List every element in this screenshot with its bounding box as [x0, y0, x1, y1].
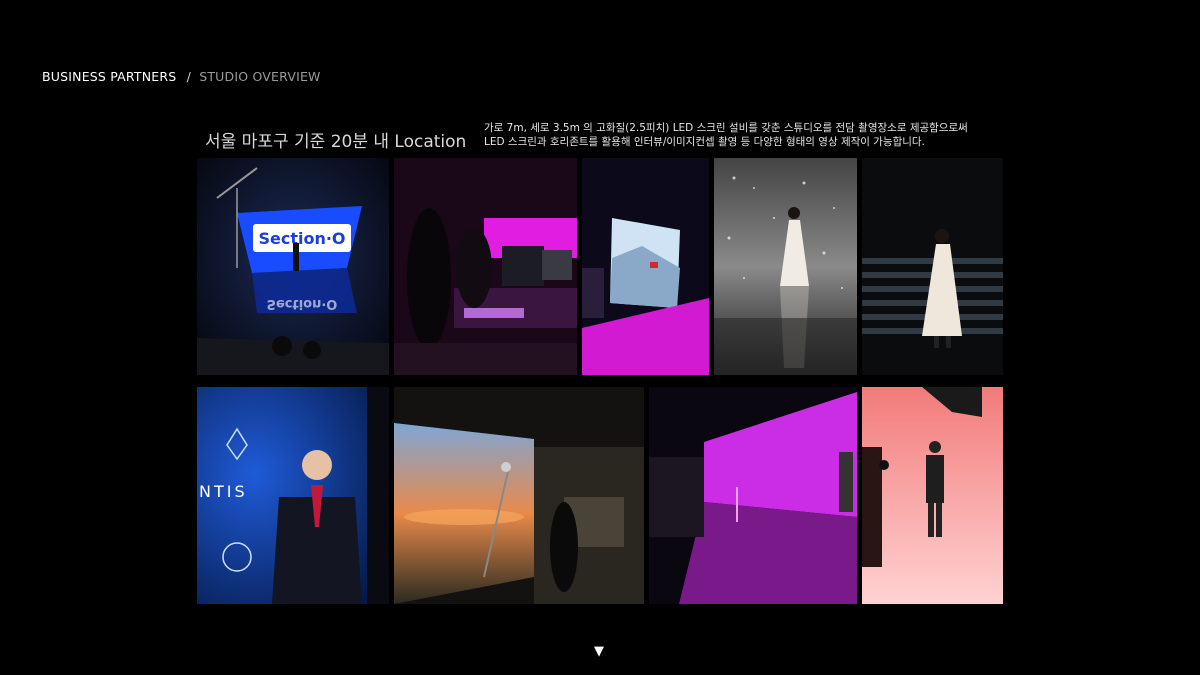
screen-reflection-text: Section·O	[267, 296, 338, 311]
description-line-2: LED 스크린과 호리존트를 활용해 인터뷰/이미지컨셉 촬영 등 다양한 형태…	[484, 135, 925, 148]
photo-magenta-horizon	[649, 387, 857, 604]
location-headline: 서울 마포구 기준 20분 내 Location	[205, 132, 467, 152]
photo-control-room	[394, 158, 577, 375]
screen-text: Section·O	[258, 229, 345, 248]
breadcrumb: BUSINESS PARTNERS / STUDIO OVERVIEW	[42, 69, 321, 84]
photo-led-stage-section-o: Section·O Section·O	[197, 158, 389, 375]
photo-glitter-dress	[714, 158, 857, 375]
studio-description: 가로 7m, 세로 3.5m 의 고화질(2.5피치) LED 스크린 설비를 …	[484, 122, 1004, 149]
photo-led-wall-landscape	[582, 158, 709, 375]
description-line-1: 가로 7m, 세로 3.5m 의 고화질(2.5피치) LED 스크린 설비를 …	[484, 122, 968, 134]
photo-stairs-dress	[862, 158, 1003, 375]
brand-text: NTIS	[199, 482, 248, 501]
photo-peugeot-presenter: NTIS	[197, 387, 389, 604]
breadcrumb-separator: /	[186, 69, 192, 84]
photo-red-horizon-shoot	[862, 387, 1003, 604]
breadcrumb-current: STUDIO OVERVIEW	[199, 69, 321, 84]
chevron-down-icon[interactable]: ▼	[594, 644, 604, 659]
breadcrumb-main[interactable]: BUSINESS PARTNERS	[42, 69, 176, 84]
photo-led-sunset-wall	[394, 387, 644, 604]
